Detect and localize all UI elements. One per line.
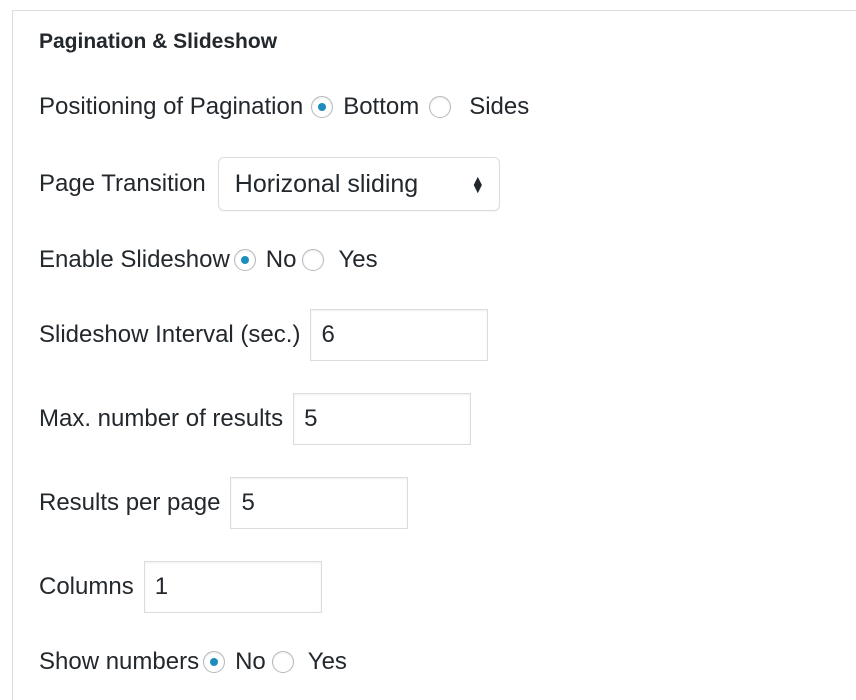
page-transition-row: Page Transition Horizonal sliding ▲ ▼ [39, 157, 500, 211]
enable-slideshow-label: Enable Slideshow [39, 246, 230, 273]
select-arrows-icon: ▲ ▼ [470, 172, 485, 196]
show-numbers-no-label[interactable]: No [235, 648, 266, 676]
slideshow-yes-radio[interactable] [302, 249, 325, 271]
page-transition-select[interactable]: Horizonal sliding ▲ ▼ [217, 157, 500, 211]
max-results-label: Max. number of results [39, 405, 284, 432]
pagination-position-row: Positioning of Pagination Bottom Sides [39, 93, 539, 121]
slideshow-interval-label: Slideshow Interval (sec.) [39, 321, 301, 348]
show-numbers-row: Show numbers No Yes [39, 648, 357, 676]
columns-input[interactable] [143, 561, 322, 613]
pagination-sides-radio[interactable] [429, 96, 452, 118]
max-results-input[interactable] [293, 393, 472, 445]
show-numbers-no-radio[interactable] [203, 651, 226, 673]
columns-row: Columns [39, 561, 322, 613]
results-per-page-row: Results per page [39, 477, 409, 529]
show-numbers-yes-radio[interactable] [271, 651, 294, 673]
columns-label: Columns [39, 573, 134, 600]
results-per-page-input[interactable] [230, 477, 409, 529]
slideshow-interval-row: Slideshow Interval (sec.) [39, 309, 489, 361]
pagination-bottom-radio[interactable] [311, 96, 334, 118]
results-per-page-label: Results per page [39, 489, 221, 516]
slideshow-interval-input[interactable] [310, 309, 489, 361]
pagination-position-label: Positioning of Pagination [39, 93, 304, 120]
page-transition-selected: Horizonal sliding [234, 169, 419, 198]
slideshow-yes-label[interactable]: Yes [338, 246, 377, 274]
show-numbers-label: Show numbers [39, 648, 200, 675]
enable-slideshow-row: Enable Slideshow No Yes [39, 246, 388, 274]
page-transition-label: Page Transition [39, 170, 206, 197]
pagination-bottom-label[interactable]: Bottom [343, 93, 419, 121]
show-numbers-yes-label[interactable]: Yes [308, 648, 347, 676]
slideshow-no-label[interactable]: No [266, 246, 297, 274]
pagination-sides-label[interactable]: Sides [469, 93, 529, 121]
slideshow-no-radio[interactable] [233, 249, 256, 271]
section-title: Pagination & Slideshow [39, 30, 278, 53]
max-results-row: Max. number of results [39, 393, 472, 445]
